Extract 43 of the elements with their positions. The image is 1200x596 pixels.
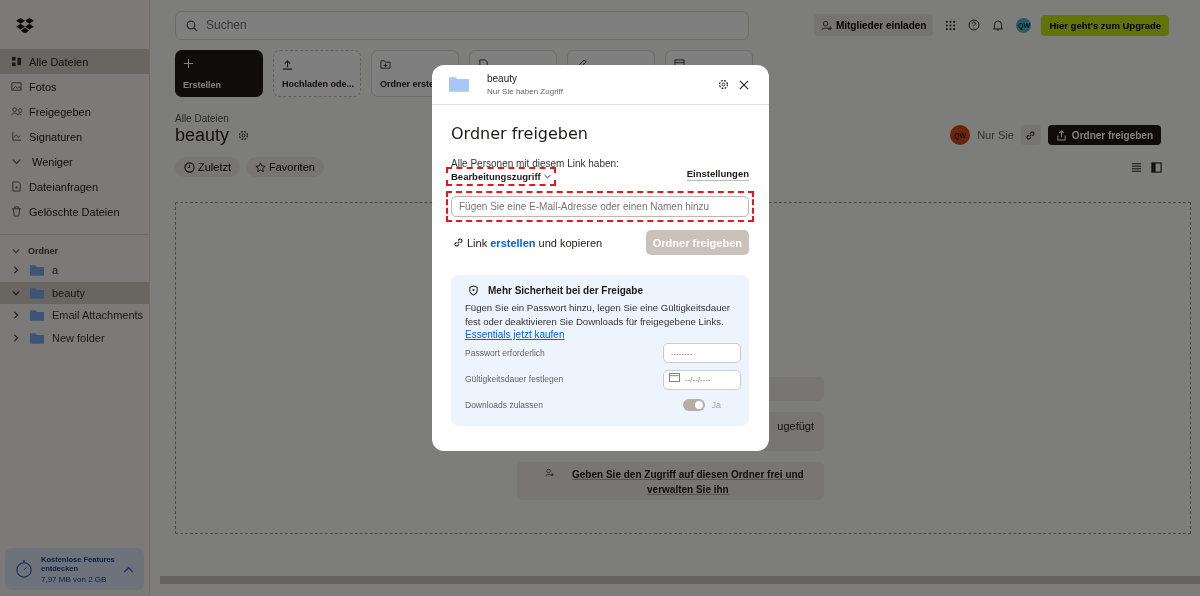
upgrade-link[interactable]: Essentials jetzt kaufen bbox=[465, 329, 565, 340]
folder-tree-item[interactable]: beauty bbox=[0, 281, 149, 304]
access-note: Nur Sie haben Zugriff bbox=[487, 87, 564, 96]
sidebar-item[interactable]: Alle Dateien bbox=[0, 49, 149, 74]
search-field[interactable]: Suchen bbox=[175, 10, 749, 40]
folder-tree-item[interactable]: Email Attachments bbox=[0, 304, 149, 327]
folder-tree-item[interactable]: a bbox=[0, 259, 149, 282]
filter-chip[interactable]: Favoriten bbox=[246, 157, 324, 177]
sidebar-item[interactable]: Gelöschte Dateien bbox=[0, 199, 149, 224]
option-label: Gültigkeitsdauer festlegen bbox=[465, 374, 564, 384]
folders-heading[interactable]: Ordner bbox=[0, 243, 149, 259]
breadcrumb-link[interactable]: Alle Dateien bbox=[175, 113, 250, 124]
sidebar-item[interactable]: Freigegeben bbox=[0, 99, 149, 124]
security-description: Fügen Sie ein Passwort hinzu, legen Sie eine Gültigkeitsdauer fest oder deaktivieren Sie Downloads für freigegebene Links. bbox=[465, 301, 732, 329]
invite-members-button[interactable]: Mitglieder einladen bbox=[813, 14, 934, 36]
security-title: Mehr Sicherheit bei der Freigabe bbox=[488, 285, 644, 296]
upgrade-button[interactable]: Hier geht's zum Upgrade bbox=[1041, 14, 1169, 36]
action-card[interactable]: Geben Sie den Zugriff auf diesen Ordner frei und verwalten Sie ihn bbox=[517, 462, 824, 500]
toggle-value: Ja bbox=[711, 400, 721, 410]
invite-input[interactable]: Fügen Sie eine E-Mail-Adresse oder einen Namen hinzu bbox=[451, 196, 749, 217]
option-label: Passwort erforderlich bbox=[465, 348, 545, 358]
create-tile[interactable]: Erstellen bbox=[175, 50, 263, 97]
create-link[interactable]: erstellen bbox=[490, 236, 536, 249]
folder-title: beauty bbox=[175, 124, 230, 146]
folder-tree-item[interactable]: New folder bbox=[0, 326, 149, 349]
permission-label: Alle Personen mit diesem Link haben: bbox=[451, 158, 619, 169]
password-field[interactable]: -------- bbox=[663, 343, 741, 363]
settings-link[interactable]: Einstellungen bbox=[686, 168, 749, 181]
create-link-text: Link erstellen und kopieren bbox=[467, 236, 604, 249]
sidebar-item[interactable]: Weniger bbox=[0, 149, 149, 174]
folder-name: beauty bbox=[487, 73, 519, 84]
date-field[interactable]: --/--/---- bbox=[663, 369, 741, 390]
sidebar-item[interactable]: Signaturen bbox=[0, 124, 149, 149]
share-folder-button[interactable]: Ordner freigeben bbox=[1047, 125, 1161, 145]
storage-usage: 7,97 MB von 2 GB bbox=[41, 574, 108, 584]
access-label: Nur Sie bbox=[977, 129, 1014, 141]
sidebar-item[interactable]: Fotos bbox=[0, 74, 149, 99]
sidebar-item[interactable]: Dateianfragen bbox=[0, 174, 149, 199]
option-label: Downloads zulassen bbox=[465, 400, 543, 410]
access-dropdown[interactable]: Bearbeitungszugriff bbox=[451, 171, 551, 182]
filter-chip[interactable]: Zuletzt bbox=[175, 157, 240, 177]
dialog-title: Ordner freigeben bbox=[451, 124, 589, 144]
create-tile[interactable]: Hochladen ode... bbox=[273, 50, 361, 97]
